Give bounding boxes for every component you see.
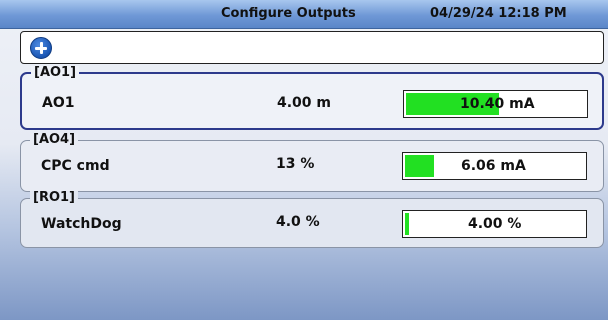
output-value: 13 % <box>276 156 315 172</box>
output-name: AO1 <box>42 95 75 111</box>
output-meter[interactable]: 10.40 mA <box>403 90 588 118</box>
add-output-bar[interactable] <box>20 31 604 64</box>
output-value: 4.00 m <box>277 95 332 111</box>
meter-text: 6.06 mA <box>461 158 526 174</box>
meter-fill <box>405 213 409 235</box>
group-label: [RO1] <box>30 191 78 205</box>
output-value: 4.0 % <box>276 214 320 230</box>
add-circle-icon[interactable] <box>30 37 52 59</box>
meter-text: 10.40 mA <box>460 96 535 112</box>
output-group-ro1[interactable]: [RO1] WatchDog 4.0 % 4.00 % <box>20 191 604 248</box>
date-time: 04/29/24 12:18 PM <box>430 6 567 21</box>
output-meter[interactable]: 4.00 % <box>402 210 587 238</box>
output-group-ao1[interactable]: [AO1] AO1 4.00 m 10.40 mA <box>20 66 604 130</box>
output-name: CPC cmd <box>41 158 110 174</box>
output-name: WatchDog <box>41 216 122 232</box>
title-bar: Configure Outputs 04/29/24 12:18 PM <box>0 0 608 29</box>
group-label: [AO4] <box>30 133 79 147</box>
meter-fill <box>405 155 434 177</box>
output-group-ao4[interactable]: [AO4] CPC cmd 13 % 6.06 mA <box>20 133 604 192</box>
screen-title: Configure Outputs <box>221 6 356 21</box>
meter-text: 4.00 % <box>468 216 522 232</box>
group-label: [AO1] <box>31 66 80 80</box>
output-meter[interactable]: 6.06 mA <box>402 152 587 180</box>
